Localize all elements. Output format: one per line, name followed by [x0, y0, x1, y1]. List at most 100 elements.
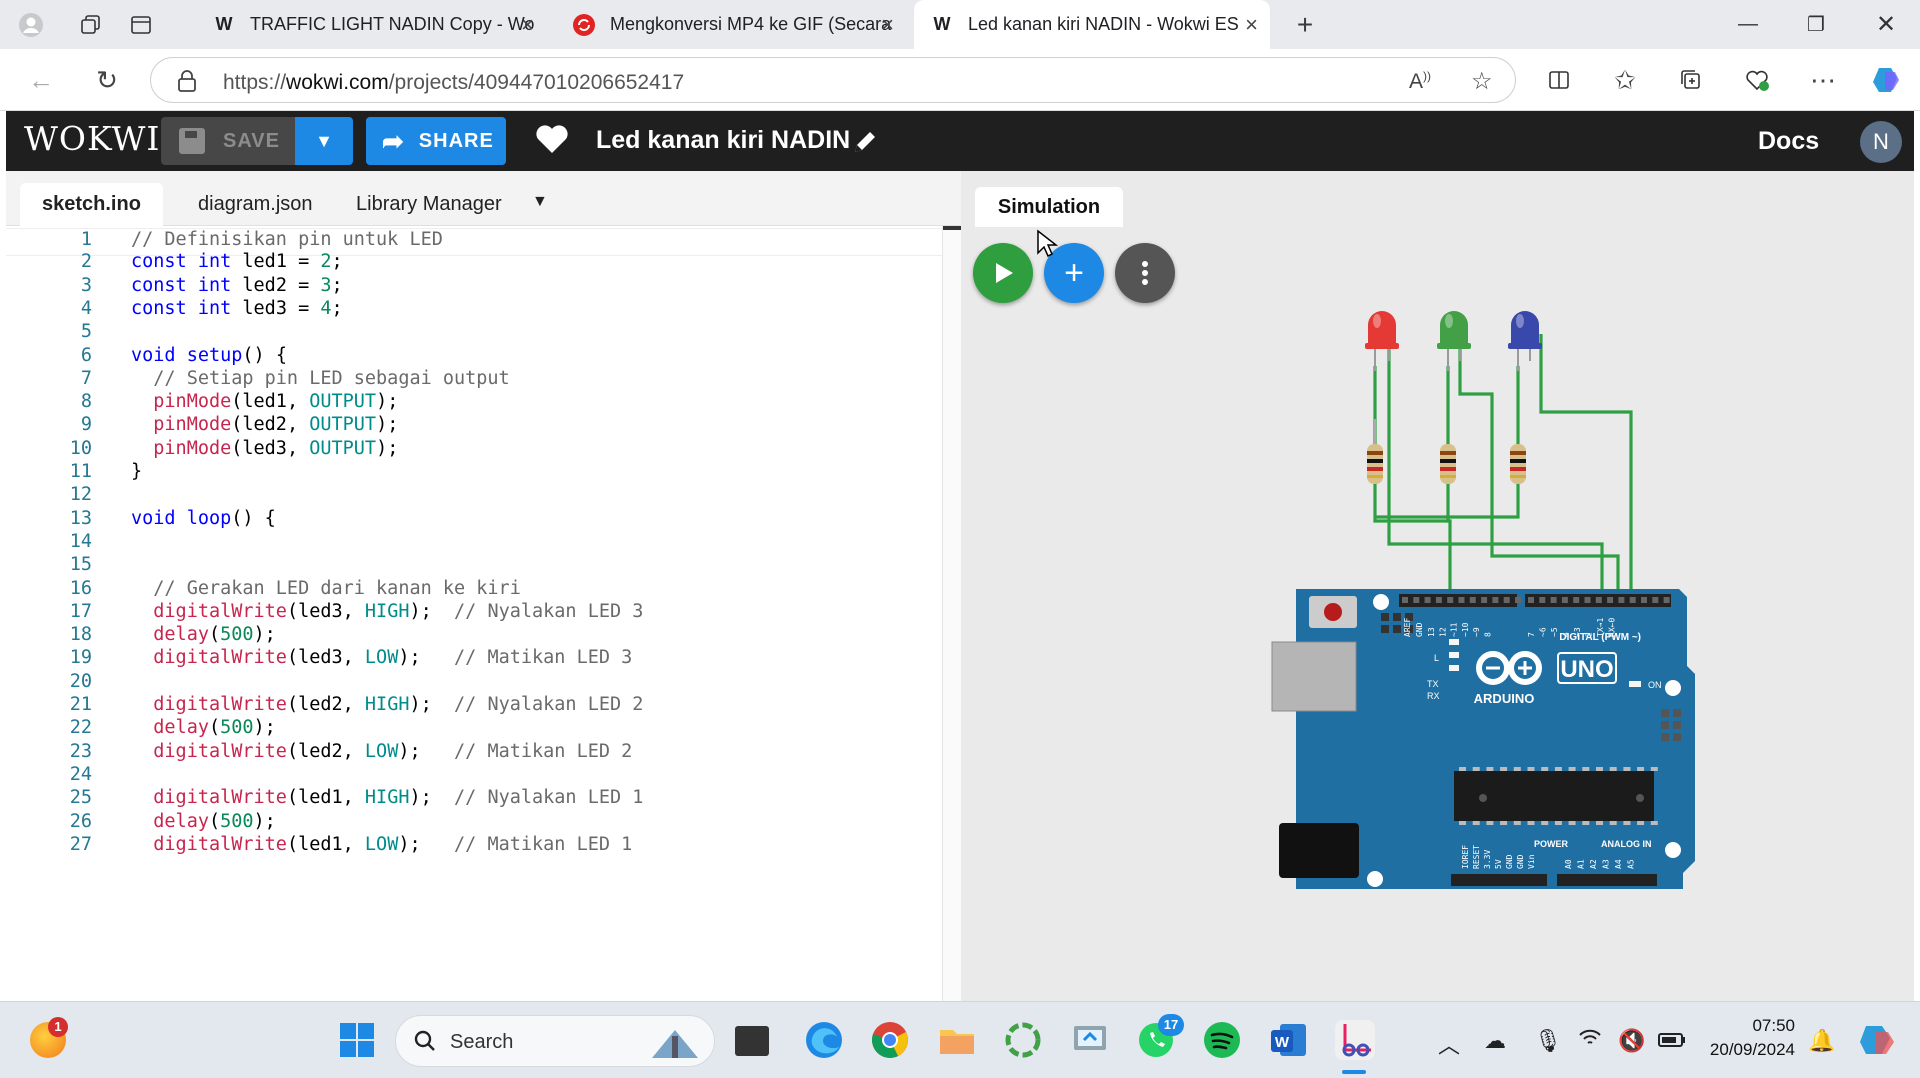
tab-diagram-json[interactable]: diagram.json — [176, 183, 335, 226]
line-number: 22 — [69, 717, 92, 739]
scrollbar-thumb[interactable] — [943, 226, 962, 230]
resistor-1[interactable] — [1367, 419, 1383, 484]
power-header — [1451, 874, 1547, 886]
code-text: // Setiap pin LED sebagai output — [153, 367, 510, 389]
pin-label: Vin — [1527, 854, 1536, 869]
mount-hole — [1373, 594, 1389, 610]
collections-icon[interactable] — [1672, 61, 1710, 99]
app-green-circle-icon[interactable] — [1003, 1020, 1043, 1060]
docs-link[interactable]: Docs — [1758, 127, 1819, 156]
wifi-icon[interactable] — [1578, 1028, 1602, 1054]
browser-tab-traffic-light[interactable]: W TRAFFIC LIGHT NADIN Copy - Wo × — [196, 0, 546, 49]
notification-badge: 1 — [48, 1017, 68, 1037]
led-red[interactable] — [1365, 311, 1399, 371]
new-tab-icon[interactable]: + — [1288, 8, 1322, 42]
reset-button[interactable] — [1324, 603, 1342, 621]
lock-icon[interactable] — [177, 69, 197, 98]
edit-pencil-icon[interactable] — [850, 127, 880, 157]
share-button[interactable]: ➦ SHARE — [366, 117, 506, 165]
pin-label: 8 — [1484, 632, 1493, 637]
line-number: 4 — [80, 297, 92, 319]
split-screen-icon[interactable] — [1540, 61, 1578, 99]
volume-muted-icon[interactable]: 🔇 — [1618, 1028, 1645, 1054]
address-bar[interactable]: https://wokwi.com/projects/4094470102066… — [150, 57, 1516, 103]
wire[interactable] — [1539, 334, 1633, 591]
close-icon[interactable]: × — [521, 12, 534, 38]
led-green[interactable] — [1437, 311, 1471, 371]
spotify-icon[interactable] — [1202, 1020, 1242, 1060]
browser-tab-converter[interactable]: Mengkonversi MP4 ke GIF (Secara × — [556, 0, 906, 49]
wokwi-logo[interactable]: WOKWI — [24, 119, 160, 158]
taskbar-clock[interactable]: 07:50 20/09/2024 — [1695, 1014, 1795, 1062]
analog-label: ANALOG IN — [1601, 839, 1652, 849]
clock-time: 07:50 — [1752, 1016, 1795, 1035]
project-title[interactable]: Led kanan kiri NADIN — [596, 126, 850, 155]
pin-label: ~6 — [1539, 627, 1548, 637]
wire[interactable] — [1373, 366, 1452, 591]
favorite-star-icon[interactable]: ☆ — [1471, 67, 1493, 96]
circuit-canvas[interactable]: UNO ARDUINO DIGITAL (PWM ~) ON TX RX L P… — [961, 171, 1914, 1001]
editor-scrollbar[interactable] — [942, 226, 962, 1001]
remote-desktop-icon[interactable] — [1070, 1020, 1110, 1060]
arduino-uno-board[interactable]: UNO ARDUINO DIGITAL (PWM ~) ON TX RX L P… — [1271, 589, 1695, 889]
search-icon — [412, 1028, 438, 1059]
line-number: 16 — [69, 577, 92, 599]
favorites-icon[interactable]: ✩ — [1606, 61, 1644, 99]
close-icon[interactable]: × — [1245, 12, 1258, 38]
code-text: digitalWrite(led1, HIGH); // Nyalakan LE… — [153, 787, 644, 809]
tab-library-manager[interactable]: Library Manager — [334, 183, 524, 226]
line-number: 25 — [69, 787, 92, 809]
close-window-icon[interactable]: ✕ — [1856, 6, 1916, 42]
tabs-dropdown-icon[interactable]: ▼ — [532, 193, 548, 211]
avatar[interactable]: N — [1860, 121, 1902, 163]
file-explorer-icon[interactable] — [937, 1020, 977, 1060]
clock-date: 20/09/2024 — [1709, 1040, 1795, 1059]
l-label: L — [1434, 653, 1439, 663]
browser-essentials-icon[interactable] — [1738, 61, 1776, 99]
snipping-tool-icon[interactable] — [1335, 1020, 1375, 1060]
windows-start-icon[interactable] — [337, 1020, 377, 1060]
chevron-up-icon[interactable]: ︿ — [1438, 1028, 1460, 1060]
code-text: digitalWrite(led1, LOW); // Matikan LED … — [153, 833, 633, 855]
copilot-icon[interactable] — [1868, 61, 1906, 99]
workspaces-icon[interactable] — [74, 8, 108, 42]
microphone-icon[interactable]: 🎙 — [1534, 1028, 1562, 1054]
resistor-3[interactable] — [1510, 444, 1526, 484]
chrome-icon[interactable] — [870, 1020, 910, 1060]
led-blue[interactable] — [1508, 311, 1542, 371]
chevron-down-icon: ▼ — [315, 130, 333, 151]
minimize-icon[interactable]: — — [1718, 6, 1778, 42]
wire[interactable] — [1387, 334, 1604, 591]
url-domain: wokwi.com — [286, 71, 389, 94]
resistor-2[interactable] — [1440, 444, 1456, 484]
wire[interactable] — [1458, 334, 1620, 591]
task-view-icon[interactable] — [735, 1026, 769, 1056]
save-dropdown-button[interactable]: ▼ — [295, 117, 353, 165]
reload-icon[interactable]: ↻ — [88, 61, 126, 99]
profile-icon[interactable] — [14, 8, 48, 42]
save-button[interactable]: SAVE — [161, 117, 295, 165]
wire[interactable] — [1446, 366, 1450, 523]
heart-icon[interactable] — [534, 121, 570, 157]
code-area[interactable]: 1 // Definisikan pin untuk LED 2 const int … — [6, 226, 946, 1001]
restore-icon[interactable]: ❐ — [1786, 6, 1846, 42]
word-icon[interactable]: W — [1268, 1020, 1308, 1060]
tab-actions-icon[interactable] — [124, 8, 158, 42]
battery-icon[interactable] — [1658, 1028, 1686, 1054]
onedrive-icon[interactable]: ☁ — [1484, 1028, 1506, 1054]
back-icon[interactable]: ← — [22, 61, 60, 99]
notification-bell-icon[interactable]: 🔔 — [1808, 1028, 1835, 1054]
taskbar-search[interactable]: Search — [395, 1015, 715, 1067]
edge-icon[interactable] — [804, 1020, 844, 1060]
url-path: /projects/409447010206652417 — [388, 71, 685, 94]
copilot-taskbar-icon[interactable] — [1858, 1020, 1898, 1060]
read-aloud-icon[interactable]: A)) — [1409, 69, 1431, 94]
tab-title: TRAFFIC LIGHT NADIN Copy - Wo — [250, 14, 535, 34]
more-options-icon[interactable]: ⋯ — [1804, 61, 1842, 99]
tab-sketch-ino[interactable]: sketch.ino — [20, 183, 163, 226]
pin-label: 12 — [1438, 627, 1447, 637]
code-line[interactable]: 27 digitalWrite(led1, LOW); // Matikan L… — [6, 834, 946, 862]
close-icon[interactable]: × — [881, 12, 894, 38]
pin-label: A5 — [1627, 859, 1636, 869]
browser-tab-active[interactable]: W Led kanan kiri NADIN - Wokwi ES × — [914, 0, 1270, 49]
